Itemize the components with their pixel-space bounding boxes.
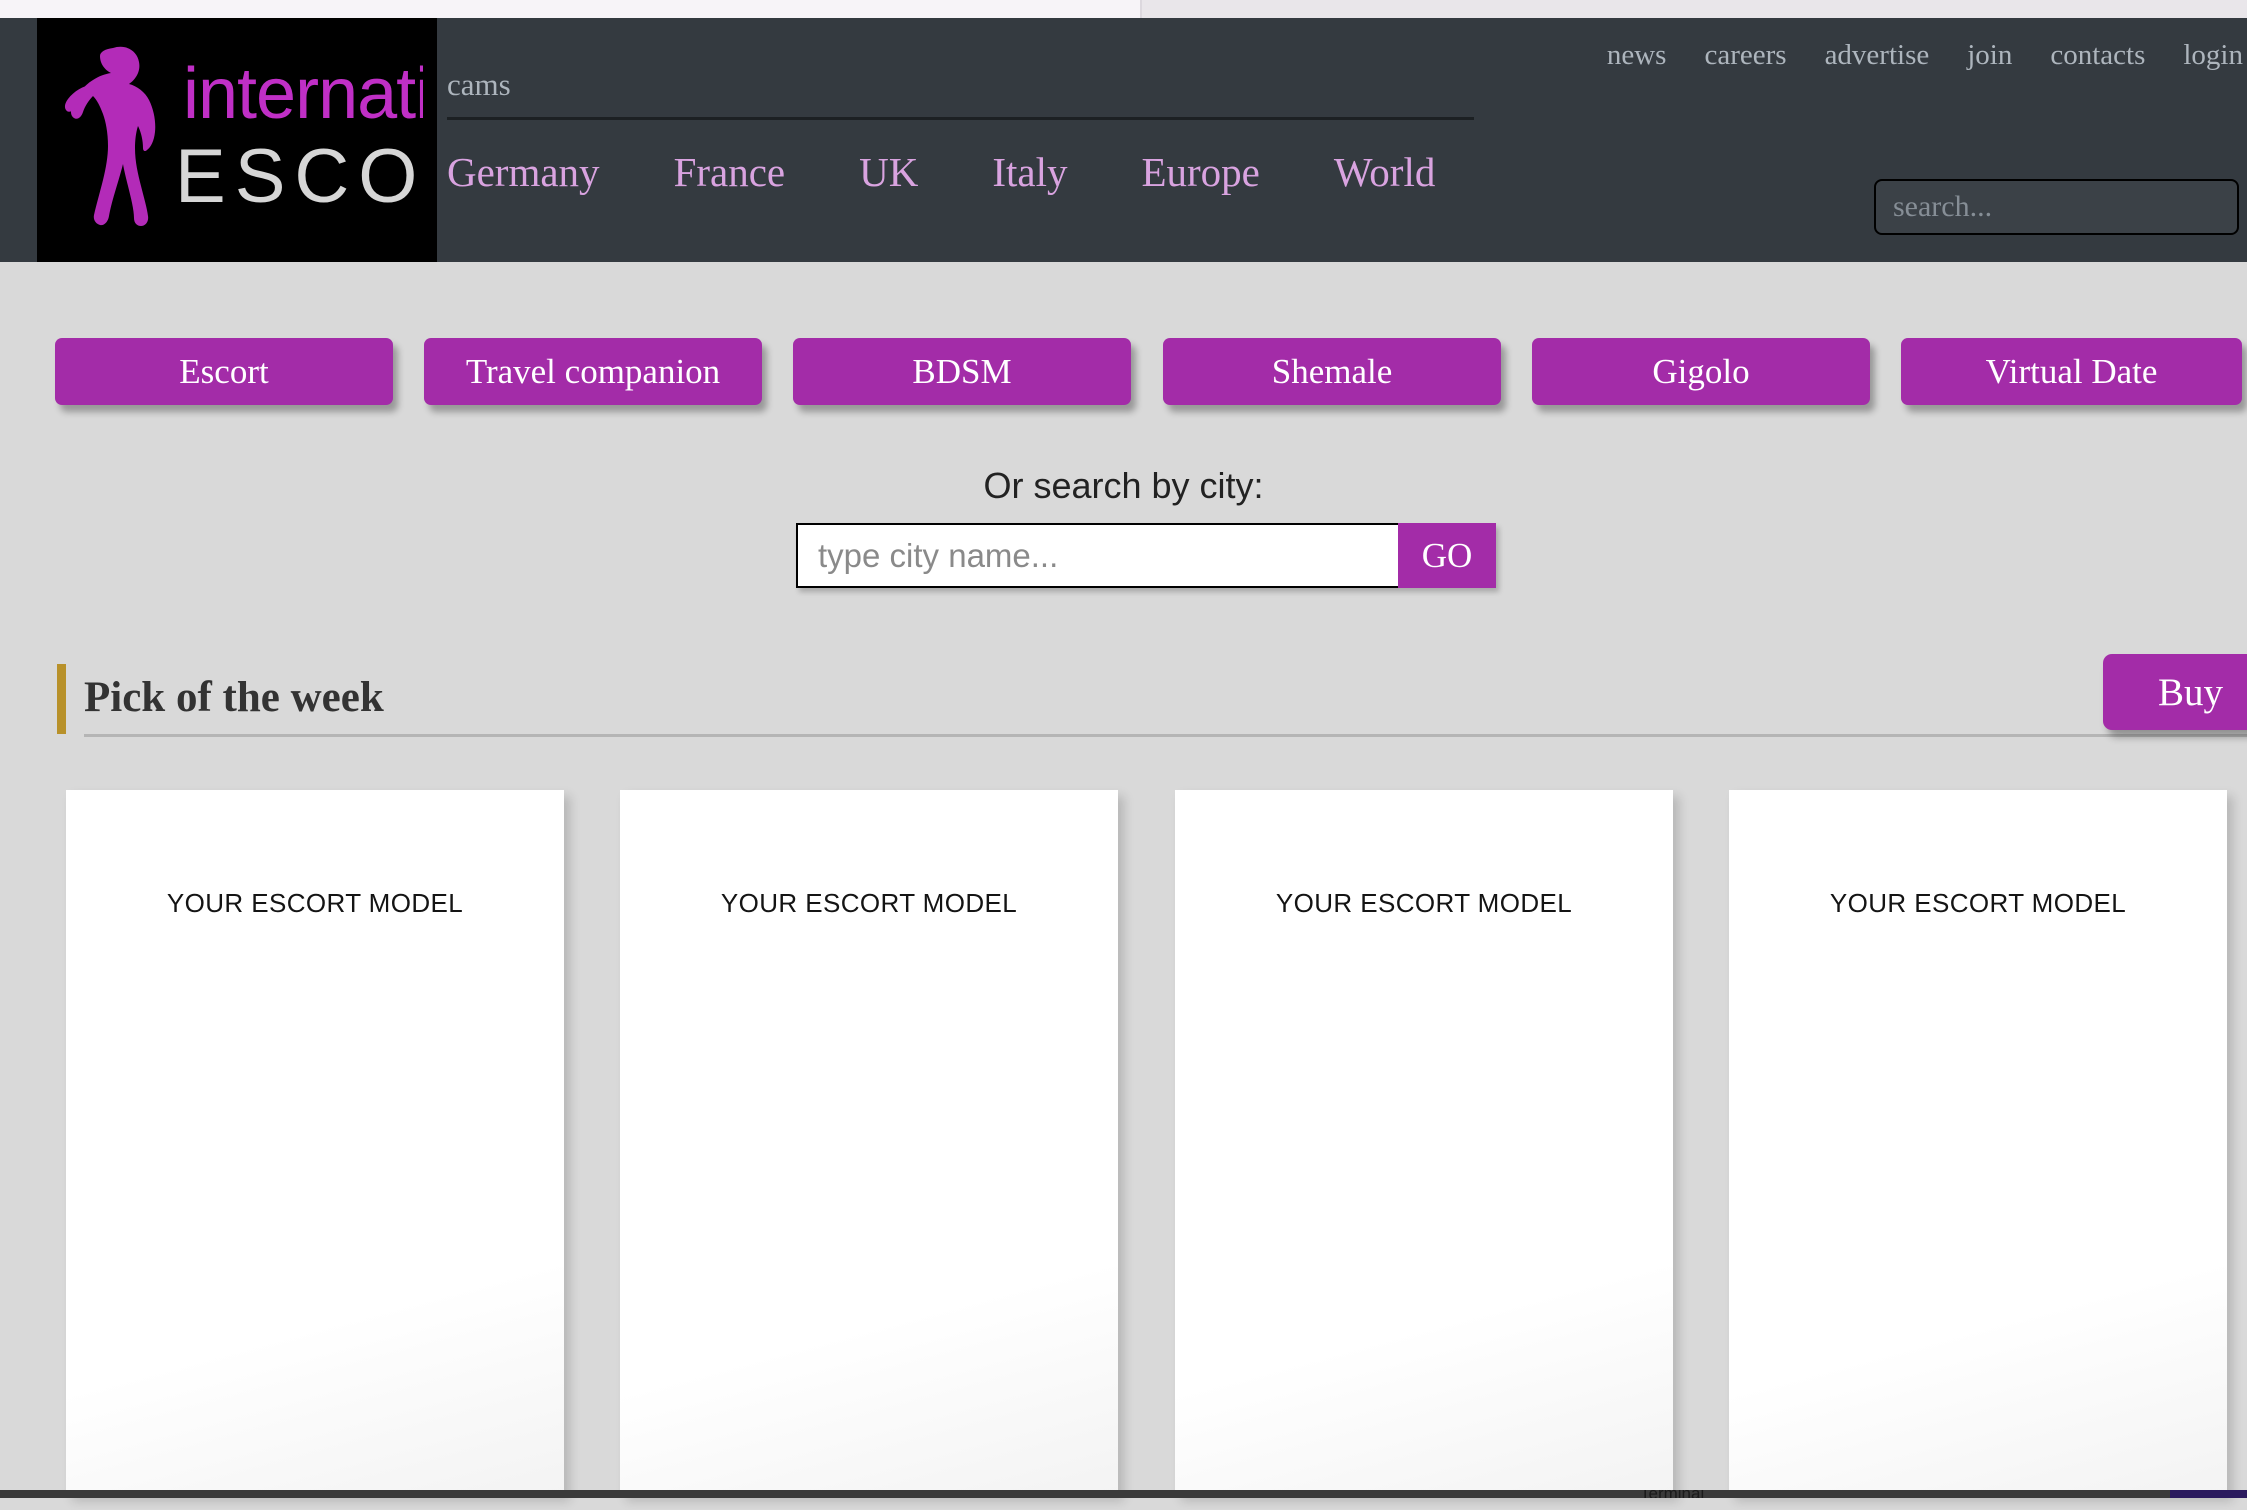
top-nav-item-join[interactable]: join	[1948, 18, 2031, 92]
top-nav-item-news[interactable]: news	[1588, 18, 1686, 92]
svg-text:ESCORT: ESCORT	[175, 134, 423, 219]
model-card[interactable]: YOUR ESCORT MODEL	[1175, 790, 1673, 1495]
top-nav-item-advertise[interactable]: advertise	[1806, 18, 1949, 92]
model-cards-row: YOUR ESCORT MODEL YOUR ESCORT MODEL YOUR…	[0, 790, 2247, 1510]
category-buttons-row: Escort Travel companion BDSM Shemale Gig…	[0, 338, 2247, 414]
country-nav-item-uk[interactable]: UK	[822, 148, 955, 196]
top-utility-nav: news careers advertise join contacts log…	[1588, 18, 2247, 92]
page-title: Pick of the week	[84, 674, 384, 721]
taskbar-accent	[2170, 1490, 2247, 1498]
city-search-input[interactable]	[796, 523, 1398, 588]
pick-of-the-week-header: Pick of the week Buy	[0, 650, 2247, 742]
svg-text:international: international	[183, 54, 423, 134]
nav-item-cams[interactable]: cams	[447, 67, 511, 102]
category-button-escort[interactable]: Escort	[55, 338, 393, 405]
model-card-label: YOUR ESCORT MODEL	[720, 888, 1018, 918]
browser-chrome-strip	[0, 0, 2247, 18]
top-nav-item-login[interactable]: login	[2164, 18, 2247, 92]
country-nav-item-europe[interactable]: Europe	[1104, 148, 1296, 196]
category-button-bdsm[interactable]: BDSM	[793, 338, 1131, 405]
city-search-go-button[interactable]: GO	[1398, 523, 1496, 588]
model-card[interactable]: YOUR ESCORT MODEL	[620, 790, 1118, 1495]
model-card[interactable]: YOUR ESCORT MODEL	[1729, 790, 2227, 1495]
city-search-label: Or search by city:	[983, 465, 1264, 506]
section-accent-bar	[57, 664, 66, 734]
country-nav-item-germany[interactable]: Germany	[447, 148, 637, 196]
top-nav-item-contacts[interactable]: contacts	[2031, 18, 2164, 92]
model-card-label: YOUR ESCORT MODEL	[166, 888, 464, 918]
buy-button[interactable]: Buy	[2103, 654, 2247, 730]
browser-chrome-right	[1140, 0, 2247, 18]
model-card-label: YOUR ESCORT MODEL	[1829, 888, 2127, 918]
cams-nav-row: cams	[447, 60, 1474, 120]
category-button-travel-companion[interactable]: Travel companion	[424, 338, 762, 405]
browser-chrome-left	[0, 0, 1140, 18]
search-input[interactable]	[1876, 190, 2247, 224]
site-header: international ESCORT news careers advert…	[0, 18, 2247, 262]
category-button-virtual-date[interactable]: Virtual Date	[1901, 338, 2242, 405]
category-button-shemale[interactable]: Shemale	[1163, 338, 1501, 405]
country-nav-item-italy[interactable]: Italy	[955, 148, 1104, 196]
taskbar-window-label[interactable]: Terminal	[1640, 1490, 1704, 1498]
country-nav-item-world[interactable]: World	[1297, 148, 1472, 196]
model-card[interactable]: YOUR ESCORT MODEL	[66, 790, 564, 1495]
woman-silhouette-icon: international ESCORT	[64, 46, 423, 226]
model-card-label: YOUR ESCORT MODEL	[1275, 888, 1573, 918]
category-button-gigolo[interactable]: Gigolo	[1532, 338, 1870, 405]
page-body: Escort Travel companion BDSM Shemale Gig…	[0, 262, 2247, 1498]
header-search-box[interactable]	[1874, 179, 2247, 235]
country-nav: Germany France UK Italy Europe World	[447, 148, 1472, 196]
country-nav-item-france[interactable]: France	[637, 148, 823, 196]
site-logo[interactable]: international ESCORT	[37, 18, 437, 262]
top-nav-item-careers[interactable]: careers	[1685, 18, 1805, 92]
section-divider	[84, 734, 2247, 737]
os-taskbar-strip[interactable]: Terminal	[0, 1490, 2247, 1498]
city-search-box: GO	[796, 523, 1496, 588]
logo-artwork: international ESCORT	[37, 18, 437, 262]
